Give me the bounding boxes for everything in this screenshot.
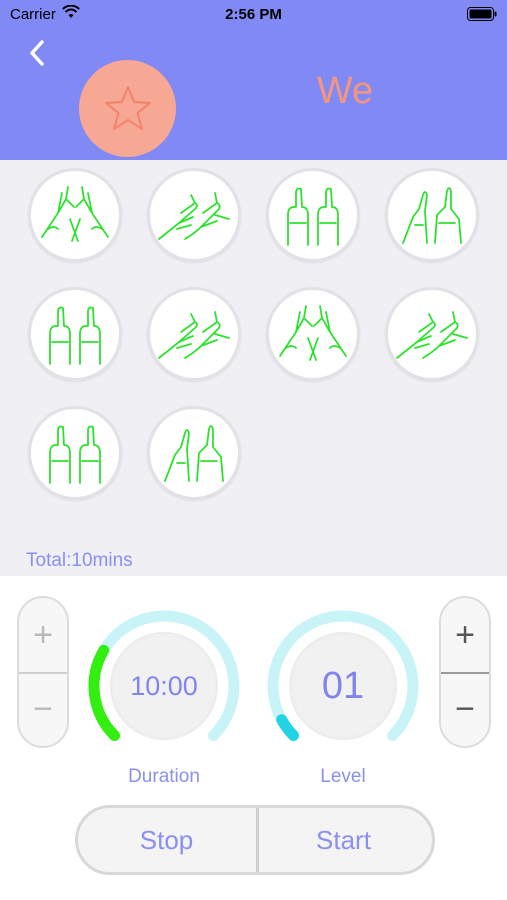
duration-value: 10:00 — [130, 670, 198, 701]
controls-panel: + − 10:00 Duration 01 Level + − Stop Sta… — [0, 576, 507, 900]
mode-button[interactable] — [147, 168, 241, 262]
level-plus-button[interactable]: + — [441, 598, 489, 672]
level-value-circle: 01 — [289, 632, 397, 740]
duration-value-circle: 10:00 — [110, 632, 218, 740]
mode-button[interactable] — [28, 287, 122, 381]
mode-button[interactable] — [385, 168, 479, 262]
hands-pointing-icon — [402, 187, 462, 244]
level-progress-arc — [276, 714, 299, 741]
level-dial[interactable]: 01 — [263, 606, 423, 766]
status-bar: Carrier 2:56 PM — [0, 0, 507, 30]
favorite-button[interactable] — [79, 60, 176, 157]
mode-button[interactable] — [28, 168, 122, 262]
action-bar: Stop Start — [75, 805, 435, 875]
star-icon — [104, 85, 151, 130]
stop-button[interactable]: Stop — [78, 808, 255, 872]
level-value: 01 — [321, 664, 365, 707]
level-minus-button[interactable]: − — [441, 672, 489, 746]
mode-grid: Total:10mins — [0, 160, 507, 576]
hands-tapping-icon — [158, 311, 230, 359]
duration-minus-button[interactable]: − — [19, 672, 67, 746]
hands-tapping-icon — [158, 192, 230, 240]
duration-dial[interactable]: 10:00 — [84, 606, 244, 766]
duration-stepper: + − — [17, 596, 69, 748]
mode-button[interactable] — [147, 406, 241, 500]
hands-crossed-icon — [41, 186, 109, 242]
hands-tapping-icon — [396, 311, 468, 359]
start-button[interactable]: Start — [255, 808, 432, 872]
hands-crossed-icon — [279, 305, 347, 361]
hands-thumbs-up-icon — [49, 306, 101, 365]
hands-thumbs-up-icon — [287, 187, 339, 246]
level-label: Level — [320, 766, 366, 787]
mode-button[interactable] — [266, 287, 360, 381]
header: Carrier 2:56 PM We — [0, 0, 507, 160]
level-stepper: + − — [439, 596, 491, 748]
hands-pointing-icon — [164, 425, 224, 482]
mode-button[interactable] — [28, 406, 122, 500]
mode-button[interactable] — [147, 287, 241, 381]
chevron-left-icon[interactable] — [22, 36, 52, 70]
battery-icon — [467, 7, 497, 21]
mode-button[interactable] — [385, 287, 479, 381]
hands-thumbs-up-icon — [49, 425, 101, 484]
duration-plus-button[interactable]: + — [19, 598, 67, 672]
page-title: We — [316, 70, 374, 112]
clock: 2:56 PM — [225, 6, 282, 23]
duration-label: Duration — [128, 766, 200, 787]
total-time-label: Total:10mins — [26, 550, 133, 571]
mode-button[interactable] — [266, 168, 360, 262]
